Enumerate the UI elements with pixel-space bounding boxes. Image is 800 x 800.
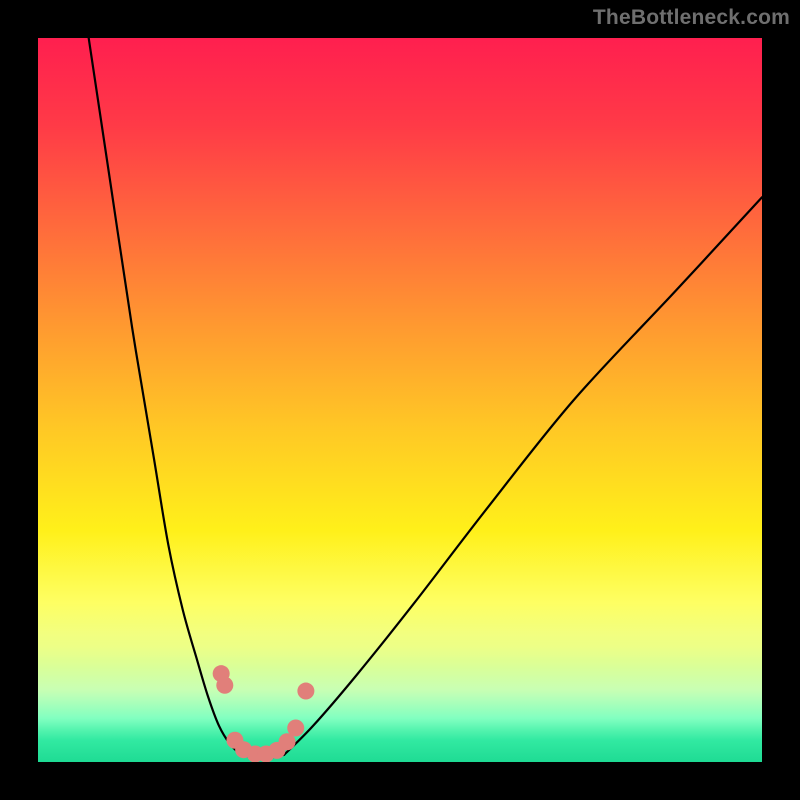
plot-area <box>38 38 762 762</box>
lower-gradient-bands <box>38 603 762 762</box>
curve-floor <box>241 755 284 758</box>
markers-group <box>213 665 315 762</box>
marker-point <box>258 746 275 762</box>
marker-point <box>268 742 285 759</box>
marker-point <box>226 732 243 749</box>
marker-point <box>213 665 230 682</box>
curve-right <box>284 197 762 754</box>
chart-frame: TheBottleneck.com <box>0 0 800 800</box>
marker-point <box>279 733 296 750</box>
marker-point <box>297 683 314 700</box>
marker-point <box>235 741 252 758</box>
marker-point <box>247 746 264 762</box>
curve-left <box>89 38 241 755</box>
marker-point <box>287 719 304 736</box>
curve-overlay <box>38 38 762 762</box>
watermark-text: TheBottleneck.com <box>593 6 790 30</box>
marker-point <box>216 677 233 694</box>
